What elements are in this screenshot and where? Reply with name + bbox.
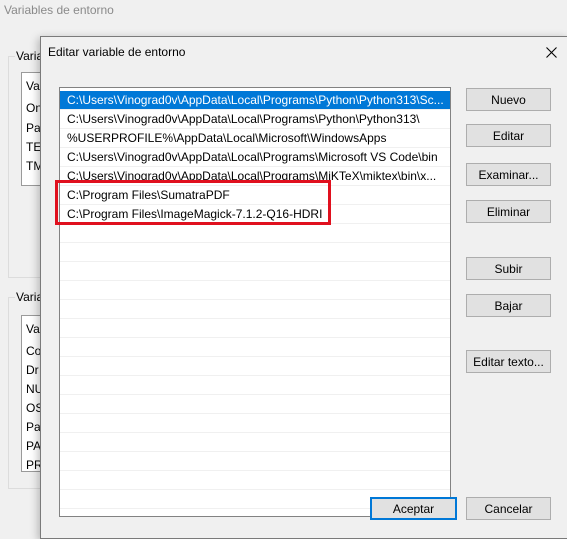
path-list-empty-row[interactable]	[60, 262, 450, 281]
path-list-item[interactable]: %USERPROFILE%\AppData\Local\Microsoft\Wi…	[60, 129, 450, 148]
path-text: C:\Users\Vinograd0v\AppData\Local\Progra…	[67, 112, 420, 126]
path-list-item[interactable]: C:\Program Files\ImageMagick-7.1.2-Q16-H…	[60, 205, 450, 224]
path-list-empty-row[interactable]	[60, 433, 450, 452]
path-list-item[interactable]: C:\Users\Vinograd0v\AppData\Local\Progra…	[60, 110, 450, 129]
path-list-item[interactable]: C:\Users\Vinograd0v\AppData\Local\Progra…	[60, 148, 450, 167]
path-list-item[interactable]: C:\Users\Vinograd0v\AppData\Local\Progra…	[60, 167, 450, 186]
list-item[interactable]: PA	[26, 439, 41, 453]
path-text: %USERPROFILE%\AppData\Local\Microsoft\Wi…	[67, 131, 387, 145]
edit-environment-variable-dialog: Editar variable de entorno C:\Users\Vino…	[40, 36, 567, 539]
cancel-button[interactable]: Cancelar	[466, 497, 551, 520]
new-button[interactable]: Nuevo	[466, 88, 551, 111]
move-up-button[interactable]: Subir	[466, 257, 551, 280]
path-list-item[interactable]: C:\Users\Vinograd0v\AppData\Local\Progra…	[60, 91, 450, 110]
path-text: C:\Users\Vinograd0v\AppData\Local\Progra…	[67, 93, 444, 107]
path-list-empty-row[interactable]	[60, 224, 450, 243]
path-list[interactable]: C:\Users\Vinograd0v\AppData\Local\Progra…	[59, 87, 451, 517]
path-list-empty-row[interactable]	[60, 357, 450, 376]
path-list-item[interactable]: C:\Program Files\SumatraPDF	[60, 186, 450, 205]
close-icon	[545, 46, 557, 58]
path-list-empty-row[interactable]	[60, 300, 450, 319]
list-item[interactable]: Dr	[26, 363, 39, 377]
path-list-empty-row[interactable]	[60, 338, 450, 357]
edit-text-button[interactable]: Editar texto...	[466, 350, 551, 373]
path-text: C:\Users\Vinograd0v\AppData\Local\Progra…	[67, 150, 438, 164]
list-item[interactable]: Va	[26, 79, 40, 93]
ok-button[interactable]: Aceptar	[370, 497, 457, 520]
path-list-empty-row[interactable]	[60, 376, 450, 395]
path-list-empty-row[interactable]	[60, 319, 450, 338]
path-text: C:\Program Files\ImageMagick-7.1.2-Q16-H…	[67, 207, 323, 221]
close-button[interactable]	[540, 41, 562, 63]
delete-button[interactable]: Eliminar	[466, 200, 551, 223]
path-list-empty-row[interactable]	[60, 452, 450, 471]
path-text: C:\Users\Vinograd0v\AppData\Local\Progra…	[67, 169, 437, 183]
path-list-empty-row[interactable]	[60, 281, 450, 300]
path-list-empty-row[interactable]	[60, 414, 450, 433]
path-list-empty-row[interactable]	[60, 471, 450, 490]
list-item[interactable]: Pa	[26, 420, 41, 434]
browse-button[interactable]: Examinar...	[466, 163, 551, 186]
path-list-empty-row[interactable]	[60, 243, 450, 262]
move-down-button[interactable]: Bajar	[466, 294, 551, 317]
edit-button[interactable]: Editar	[466, 124, 551, 147]
path-text: C:\Program Files\SumatraPDF	[67, 188, 230, 202]
list-item[interactable]: Pa	[26, 121, 41, 135]
parent-window-title: Variables de entorno	[4, 3, 114, 17]
path-list-empty-row[interactable]	[60, 395, 450, 414]
dialog-title: Editar variable de entorno	[48, 45, 186, 59]
